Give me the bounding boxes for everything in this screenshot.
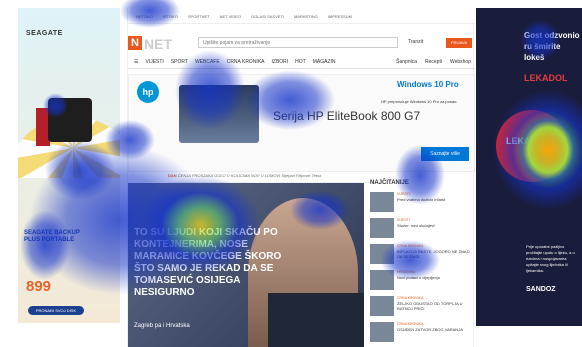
laptop-image <box>179 85 259 143</box>
search-input[interactable]: Upišite pojam za pretraživanje <box>198 37 398 48</box>
thumbnail-image <box>370 244 394 264</box>
topnav-item[interactable]: MARKETING <box>294 14 318 23</box>
hero-article[interactable]: TO SU LJUDI KOJI SKAČU PO KONTEJNERIMA, … <box>128 183 364 347</box>
list-item-title: Novi podaci o cijepljenju <box>397 275 440 280</box>
topnav-item[interactable]: SPORTNET <box>188 14 210 23</box>
topnav-item[interactable]: NETOKO <box>136 14 153 23</box>
learn-more-button[interactable]: Saznajte više <box>421 147 469 161</box>
list-item-text: CRNA KRONIKA INFLACIJA RASTE, JOGORO NE Z… <box>397 244 473 259</box>
ticker-label: DAN <box>168 173 177 178</box>
hp-banner[interactable]: hp Serija HP EliteBook 800 G7 Windows 10… <box>128 74 475 172</box>
menu-right-item[interactable]: Šanpnica <box>396 59 417 65</box>
sandoz-logo: SANDOZ <box>526 286 556 293</box>
news-ticker[interactable]: DAN ĆENJA PROSJAKA GOLO U KOLICIMA NOV U… <box>168 173 378 183</box>
top-nav: NETOKO ISTOKO SPORTNET NET VIDEO OGLASI SASV… <box>128 8 475 24</box>
list-item[interactable]: VIJESTI Pred vratima doživio infarkt <box>370 192 474 218</box>
ad-price: 899 <box>26 278 52 295</box>
list-item-title: OSUĐEN ZATVOR ZBOG VARANJA <box>397 327 463 332</box>
tranzit-link[interactable]: Tranzit <box>408 39 423 45</box>
product-circle <box>496 110 568 182</box>
list-item-title: INFLACIJA RASTE, JOGORO NE ZNAO DA SE RA… <box>397 249 470 259</box>
site-logo[interactable]: N <box>128 36 142 50</box>
topnav-item[interactable]: IMPRESSUM <box>328 14 352 23</box>
thumbnail-image <box>370 296 394 316</box>
menu-item[interactable]: MAGAZIN <box>313 59 336 65</box>
ad-cta-button[interactable]: PRONAĐI SVOJ DISK <box>28 306 84 315</box>
list-item-title: Pred vratima doživio infarkt <box>397 197 446 202</box>
thumbnail-image <box>370 270 394 290</box>
menu-right: Šanpnica Recepti Webshop <box>396 59 475 65</box>
hamburger-icon[interactable]: ☰ <box>134 59 138 65</box>
list-item-text: VIJESTI Stožer: novi slučajevi <box>397 218 473 228</box>
login-button[interactable]: PRIJAVA <box>446 38 472 48</box>
hp-logo: hp <box>137 81 159 103</box>
most-read-heading: NAJČITANIJE <box>370 180 409 186</box>
ad-brand: LEKADOL <box>524 73 568 83</box>
ticker-text: ĆENJA PROSJAKA GOLO U KOLICIMA NOV U LOM… <box>177 173 322 178</box>
menu-item[interactable]: CRNA KRONIKA <box>227 59 265 65</box>
list-item[interactable]: CRNA KRONIKA ŽELJKO ODUSTAO OD TORPLJA U … <box>370 296 474 322</box>
product-name: LEKADOL <box>506 136 550 146</box>
windows-logo: Windows 10 Pro <box>397 80 459 89</box>
list-item[interactable]: VIJESTI Stožer: novi slučajevi <box>370 218 474 244</box>
list-item-title: Stožer: novi slučajevi <box>397 223 435 228</box>
topnav-item[interactable]: OGLASI SASVETI <box>251 14 284 23</box>
ad-slogan: SEAGATE BACKUP PLUS PORTABLE <box>24 230 80 243</box>
thumbnail-image <box>370 218 394 238</box>
list-item-text: HRVATSKA Novi podaci o cijepljenju <box>397 270 473 280</box>
hero-subtitle: Zagreb pa i Hrvatska <box>134 323 190 329</box>
list-item[interactable]: HRVATSKA Novi podaci o cijepljenju <box>370 270 474 296</box>
menu-item[interactable]: WEBCAFE <box>195 59 220 65</box>
list-item-text: CRNA KRONIKA OSUĐEN ZATVOR ZBOG VARANJA <box>397 322 473 332</box>
most-read-list: NAJČITANIJE VIJESTI Pred vratima doživio … <box>370 176 475 347</box>
suit-image <box>268 293 364 347</box>
site-logo-text[interactable]: NET <box>144 36 172 52</box>
ad-disclaimer: Prije uporabe pažljivo pročitajte uputu … <box>526 244 575 273</box>
seagate-logo: SEAGATE <box>26 30 63 37</box>
list-item[interactable]: CRNA KRONIKA INFLACIJA RASTE, JOGORO NE Z… <box>370 244 474 270</box>
thumbnail-image <box>370 322 394 342</box>
ad-headline: Gost odzvonio ru šmirite lokeš <box>524 31 580 62</box>
menu-item[interactable]: HOT <box>295 59 306 65</box>
right-ad-banner[interactable]: Gost odzvonio ru šmirite lokeš LEKADOL L… <box>476 8 582 326</box>
menu-right-item[interactable]: Webshop <box>450 59 471 65</box>
menu-item[interactable]: IZBORI <box>272 59 289 65</box>
topnav-item[interactable]: ISTOKO <box>163 14 178 23</box>
list-item[interactable]: CRNA KRONIKA OSUĐEN ZATVOR ZBOG VARANJA <box>370 322 474 347</box>
topnav-item[interactable]: NET VIDEO <box>220 14 242 23</box>
news-page: NETOKO ISTOKO SPORTNET NET VIDEO OGLASI SASV… <box>127 8 475 347</box>
menu-item[interactable]: SPORT <box>171 59 188 65</box>
menu-item[interactable]: VIJESTI <box>145 59 163 65</box>
list-item-text: VIJESTI Pred vratima doživio infarkt <box>397 192 473 202</box>
thumbnail-image <box>370 192 394 212</box>
banner-product: Serija HP EliteBook 800 G7 <box>273 109 421 123</box>
windows-subtitle: HP preporučuje Windows 10 Pro za posao. <box>381 99 458 104</box>
list-item-text: CRNA KRONIKA ŽELJKO ODUSTAO OD TORPLJA U … <box>397 296 473 311</box>
main-menu: ☰ VIJESTI SPORT WEBCAFE CRNA KRONIKA IZBORI H… <box>128 55 475 69</box>
list-item-title: ŽELJKO ODUSTAO OD TORPLJA U RATNOJ PRIČI <box>397 301 463 311</box>
menu-right-item[interactable]: Recepti <box>425 59 442 65</box>
drive-image <box>48 98 92 142</box>
left-ad-banner[interactable]: SEAGATE SEAGATE BACKUP PLUS PORTABLE 899… <box>18 8 120 323</box>
hero-title[interactable]: TO SU LJUDI KOJI SKAČU PO KONTEJNERIMA, … <box>134 227 284 299</box>
